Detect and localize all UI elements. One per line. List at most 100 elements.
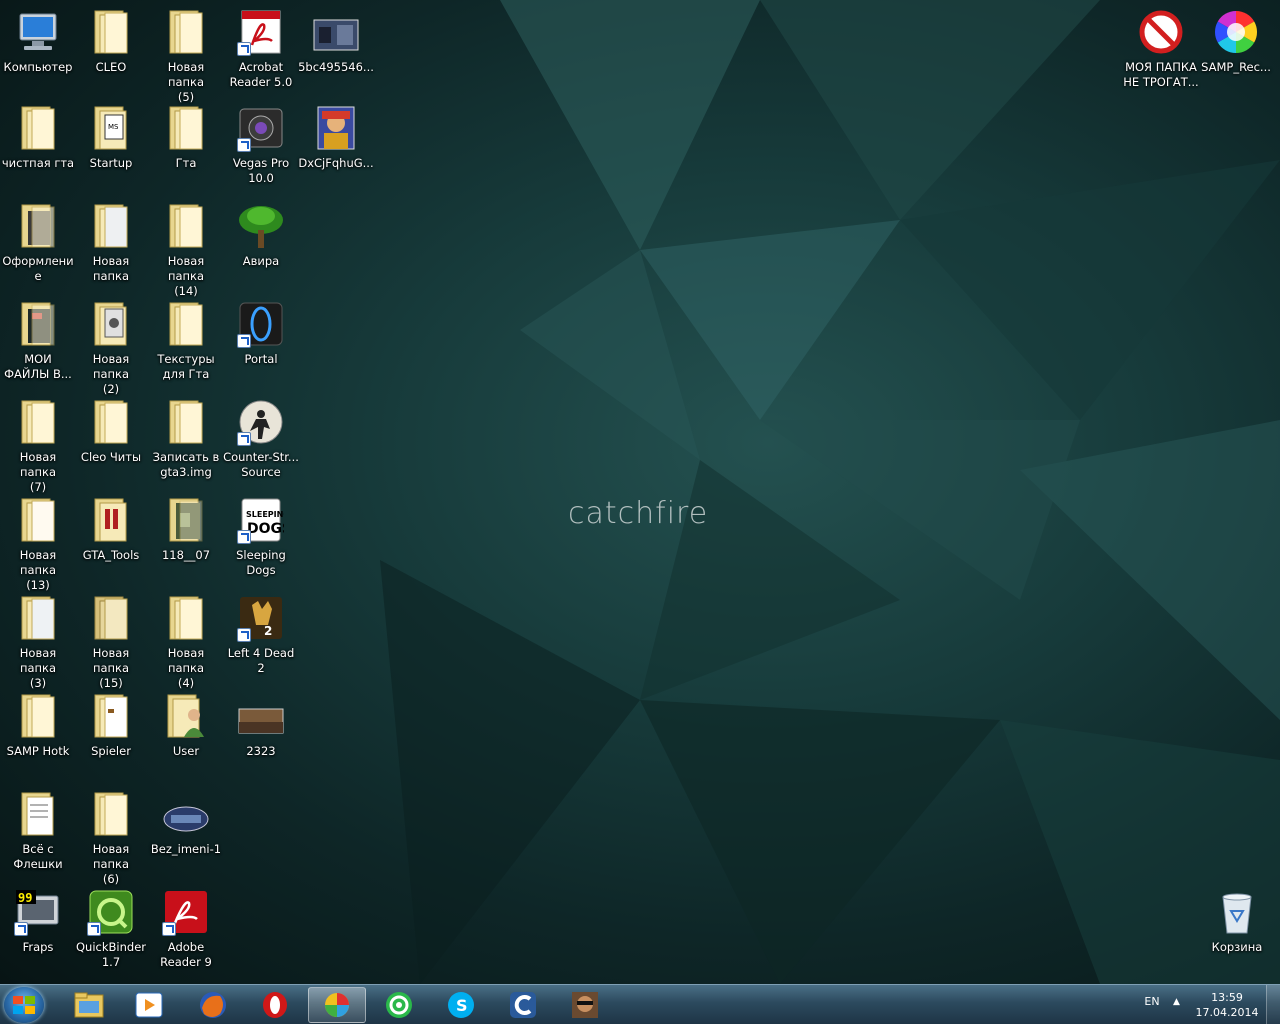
game-avatar-icon	[572, 992, 598, 1018]
desktop-icon-portal[interactable]: Portal	[223, 300, 299, 367]
desktop-icon-no-entry[interactable]: МОЯ ПАПКА НЕ ТРОГАТ...	[1123, 8, 1199, 90]
desktop-icon-sleeping-dogs[interactable]: SLEEPING DOGS Sleeping Dogs	[223, 496, 299, 578]
desktop-icon-label: Counter-Str... Source	[223, 450, 299, 479]
desktop-icon-folder[interactable]: Spieler	[73, 692, 149, 759]
folder-icon	[162, 496, 210, 544]
taskbar-firefox-button[interactable]	[184, 987, 242, 1023]
desktop-icon-counter-strike[interactable]: Counter-Str... Source	[223, 398, 299, 480]
firefox-icon	[200, 992, 226, 1018]
clock-date: 17.04.2014	[1195, 1006, 1259, 1019]
desktop-icon-label: 2323	[246, 744, 276, 758]
desktop-icon-computer[interactable]: Компьютер	[0, 8, 76, 75]
desktop-icon-folder[interactable]: Новая папка (3)	[0, 594, 76, 691]
desktop-icon-adobe-reader[interactable]: Adobe Reader 9	[148, 888, 224, 970]
desktop-icon-recycle-bin[interactable]: Корзина	[1199, 888, 1275, 955]
desktop-icon-image[interactable]: DxCjFqhuG...	[298, 104, 374, 171]
desktop-icon-folder[interactable]: Новая папка (5)	[148, 8, 224, 105]
folder-icon	[87, 790, 135, 838]
desktop-icon-folder[interactable]: Новая папка (2)	[73, 300, 149, 397]
taskbar-skype-button[interactable]: S	[432, 987, 490, 1023]
desktop-icon-label: Startup	[89, 156, 133, 170]
folder-icon	[87, 496, 135, 544]
image-icon	[237, 702, 285, 740]
desktop-icon-user[interactable]: User	[148, 692, 224, 759]
desktop-icon-folder[interactable]: МОИ ФАЙЛЫ В...	[0, 300, 76, 382]
desktop-icon-color-wheel[interactable]: SAMP_Rec...	[1198, 8, 1274, 75]
desktop-icon-folder[interactable]: CLEO	[73, 8, 149, 75]
folder-icon	[87, 300, 135, 348]
taskbar-color-app-button[interactable]	[308, 987, 366, 1023]
taskbar-media-player-button[interactable]	[120, 987, 178, 1023]
tray-expand-icon[interactable]: ▲	[1173, 997, 1180, 1007]
shortcut-arrow-icon	[237, 42, 251, 56]
desktop-icon-folder[interactable]: 118__07	[148, 496, 224, 563]
folder-icon	[14, 594, 62, 642]
desktop-icon-label: 5bc495546...	[298, 60, 374, 74]
desktop-icon-label: SAMP Hotk	[6, 744, 70, 758]
desktop-icon-folder[interactable]: SAMP Hotk	[0, 692, 76, 759]
desktop-icon-label: Новая папка (15)	[92, 646, 130, 690]
desktop-icon-avira[interactable]: Авира	[223, 202, 299, 269]
skype-icon: S	[448, 992, 474, 1018]
show-desktop-button[interactable]	[1266, 985, 1280, 1024]
desktop-icon-folder[interactable]: Новая папка (13)	[0, 496, 76, 593]
svg-text:2: 2	[264, 624, 272, 638]
desktop-icon-label: Adobe Reader 9	[160, 940, 212, 969]
desktop-icon-label: чистпая гта	[1, 156, 75, 170]
shortcut-arrow-icon	[237, 530, 251, 544]
start-button[interactable]	[4, 987, 44, 1023]
folder-icon: MS	[87, 104, 135, 152]
desktop-icon-folder[interactable]: Оформлени е	[0, 202, 76, 284]
desktop-icon-folder[interactable]: Новая папка	[73, 202, 149, 284]
desktop-icon-fraps[interactable]: 99 Fraps	[0, 888, 76, 955]
desktop-icon-folder[interactable]: Всё с Флешки	[0, 790, 76, 872]
desktop-icon-folder[interactable]: MS Startup	[73, 104, 149, 171]
desktop-icon-label: Fraps	[22, 940, 54, 954]
desktop-icon-quickbinder[interactable]: QuickBinder 1.7	[73, 888, 149, 970]
folder-icon	[162, 300, 210, 348]
desktop-icon-label: Portal	[244, 352, 278, 366]
opera-icon	[263, 992, 287, 1018]
desktop-icon-folder[interactable]: Cleo Читы	[73, 398, 149, 465]
desktop-icon-folder[interactable]: Новая папка (7)	[0, 398, 76, 495]
taskbar-mail-agent-button[interactable]	[370, 987, 428, 1023]
taskbar-ccleaner-button[interactable]	[494, 987, 552, 1023]
shortcut-arrow-icon	[14, 922, 28, 936]
taskbar-opera-button[interactable]	[246, 987, 304, 1023]
desktop-icon-folder[interactable]: Записать в gta3.img	[148, 398, 224, 480]
desktop-icon-label: Новая папка (13)	[19, 548, 57, 592]
tray-clock[interactable]: 13:59 17.04.2014	[1192, 990, 1262, 1020]
desktop-icon-image[interactable]: Bez_imeni-1	[148, 800, 224, 857]
desktop-icon-label: Новая папка (4)	[167, 646, 205, 690]
shortcut-arrow-icon	[237, 432, 251, 446]
no-entry-icon	[1137, 8, 1185, 56]
desktop-icon-label: QuickBinder 1.7	[76, 940, 146, 969]
desktop-icon-image[interactable]: 2323	[223, 702, 299, 759]
svg-text:DOGS: DOGS	[247, 521, 284, 537]
quickbinder-icon	[87, 888, 135, 936]
desktop-icon-folder[interactable]: Новая папка (4)	[148, 594, 224, 691]
language-indicator[interactable]: EN	[1140, 995, 1164, 1008]
avira-tree-icon	[237, 202, 285, 250]
desktop-icon-folder[interactable]: Гта	[148, 104, 224, 171]
desktop-icon-label: Записать в gta3.img	[152, 450, 220, 479]
desktop-icon-folder[interactable]: Новая папка (14)	[148, 202, 224, 299]
desktop-icon-label: МОЯ ПАПКА НЕ ТРОГАТ...	[1123, 60, 1199, 89]
desktop-icon-acrobat[interactable]: Acrobat Reader 5.0	[223, 8, 299, 90]
desktop-icon-label: МОИ ФАЙЛЫ В...	[4, 352, 72, 381]
desktop-icon-label: Гта	[175, 156, 197, 170]
desktop-icon-folder[interactable]: чистпая гта	[0, 104, 76, 171]
desktop-icon-image[interactable]: 5bc495546...	[298, 14, 374, 75]
desktop-icon-label: User	[172, 744, 200, 758]
desktop-icon-folder[interactable]: GTA_Tools	[73, 496, 149, 563]
desktop-icon-left4dead[interactable]: 2 Left 4 Dead 2	[223, 594, 299, 676]
taskbar-game-button[interactable]	[556, 987, 614, 1023]
taskbar-explorer-button[interactable]	[60, 987, 118, 1023]
desktop-icon-vegas[interactable]: Vegas Pro 10.0	[223, 104, 299, 186]
desktop-icon-label: Spieler	[91, 744, 131, 758]
image-icon	[312, 14, 360, 56]
color-app-icon	[325, 993, 349, 1017]
desktop-icon-folder[interactable]: Текстуры для Гта	[148, 300, 224, 382]
desktop-icon-folder[interactable]: Новая папка (6)	[73, 790, 149, 887]
desktop-icon-folder[interactable]: Новая папка (15)	[73, 594, 149, 691]
